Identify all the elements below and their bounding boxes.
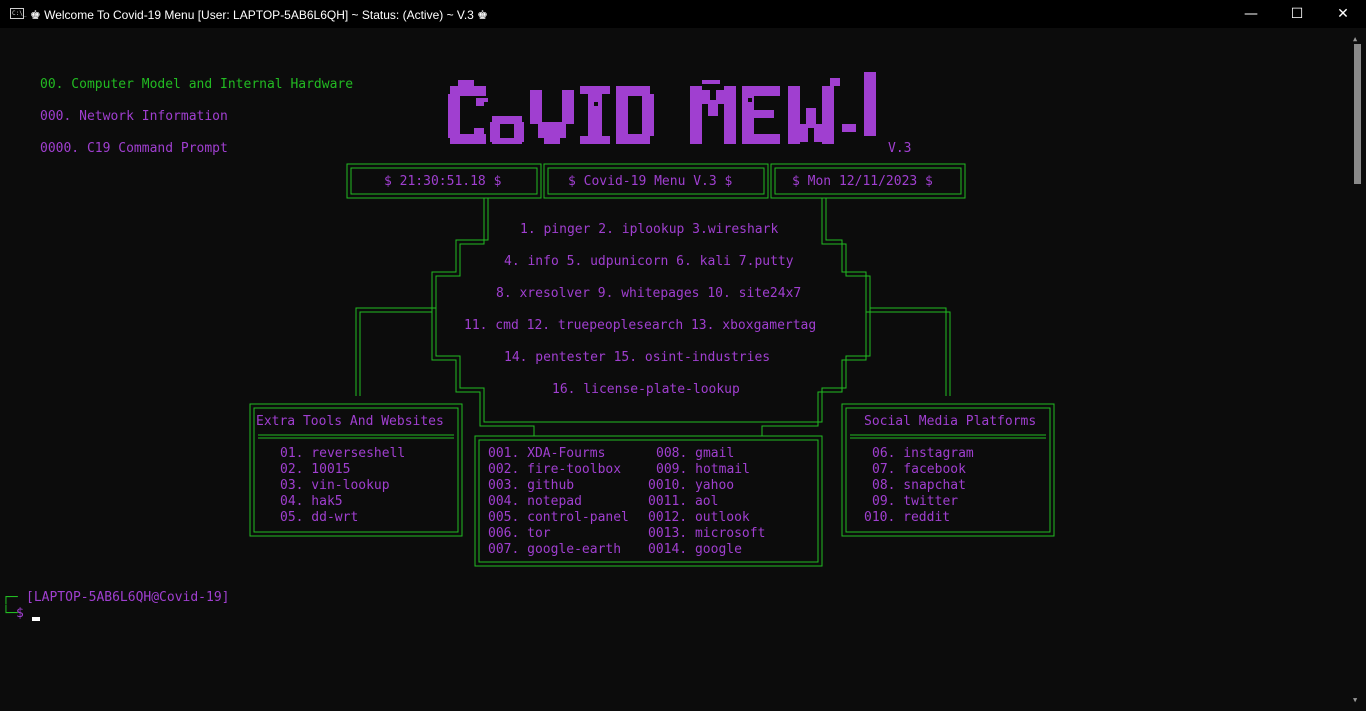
- social-item: 06. instagram: [872, 446, 974, 461]
- status-time: $ 21:30:51.18 $: [384, 174, 502, 189]
- extra-tools-title: Extra Tools And Websites: [256, 414, 444, 429]
- extra-tool-item: 01. reverseshell: [280, 446, 406, 461]
- extra-tool-item: 03. vin-lookup: [280, 478, 390, 493]
- extra-tool-item: 02. 10015: [280, 462, 351, 477]
- input-cursor[interactable]: [32, 617, 40, 621]
- site-item: 005. control-panel: [488, 510, 629, 525]
- logo-version-label: V.3: [888, 141, 912, 156]
- site-item: 004. notepad: [488, 494, 582, 509]
- social-item: 09. twitter: [872, 494, 959, 509]
- site-item: 006. tor: [488, 526, 551, 541]
- status-date: $ Mon 12/11/2023 $: [792, 174, 933, 189]
- site-item: 002. fire-toolbox: [488, 462, 622, 477]
- social-item: 07. facebook: [872, 462, 966, 477]
- social-item: 08. snapchat: [872, 478, 966, 493]
- site-item: 0011. aol: [648, 494, 719, 509]
- site-item: 009. hotmail: [656, 462, 750, 477]
- main-option-line: 4. info 5. udpunicorn 6. kali 7.putty: [504, 254, 794, 269]
- prompt-user: [LAPTOP-5AB6L6QH@Covid-19]: [26, 590, 230, 605]
- prompt-symbol: $: [16, 606, 24, 621]
- social-title: Social Media Platforms: [864, 414, 1037, 429]
- site-item: 0013. microsoft: [648, 526, 766, 541]
- extra-tool-item: 05. dd-wrt: [280, 510, 359, 525]
- main-option-line: 16. license-plate-lookup: [552, 382, 740, 397]
- site-item: 003. github: [488, 478, 575, 493]
- main-option-line: 8. xresolver 9. whitepages 10. site24x7: [496, 286, 802, 301]
- site-item: 0012. outlook: [648, 510, 750, 525]
- site-item: 0014. google: [648, 542, 742, 557]
- main-option-line: 11. cmd 12. truepeoplesearch 13. xboxgam…: [464, 318, 817, 333]
- status-menu-title: $ Covid-19 Menu V.3 $: [568, 174, 733, 189]
- site-item: 001. XDA-Fourms: [488, 446, 606, 461]
- main-option-line: 1. pinger 2. iplookup 3.wireshark: [520, 222, 779, 237]
- site-item: 0010. yahoo: [648, 478, 735, 493]
- command-prompt-option: 0000. C19 Command Prompt: [40, 141, 228, 156]
- covid-menu-logo: V.3: [448, 72, 876, 144]
- site-item: 007. google-earth: [488, 542, 622, 557]
- social-item: 010. reddit: [864, 510, 951, 525]
- site-item: 008. gmail: [656, 446, 735, 461]
- network-option: 000. Network Information: [40, 109, 228, 124]
- prompt-corner-top: ┌─: [2, 590, 18, 605]
- hardware-option: 00. Computer Model and Internal Hardware: [40, 77, 354, 92]
- extra-tool-item: 04. hak5: [280, 494, 343, 509]
- main-option-line: 14. pentester 15. osint-industries: [504, 350, 771, 365]
